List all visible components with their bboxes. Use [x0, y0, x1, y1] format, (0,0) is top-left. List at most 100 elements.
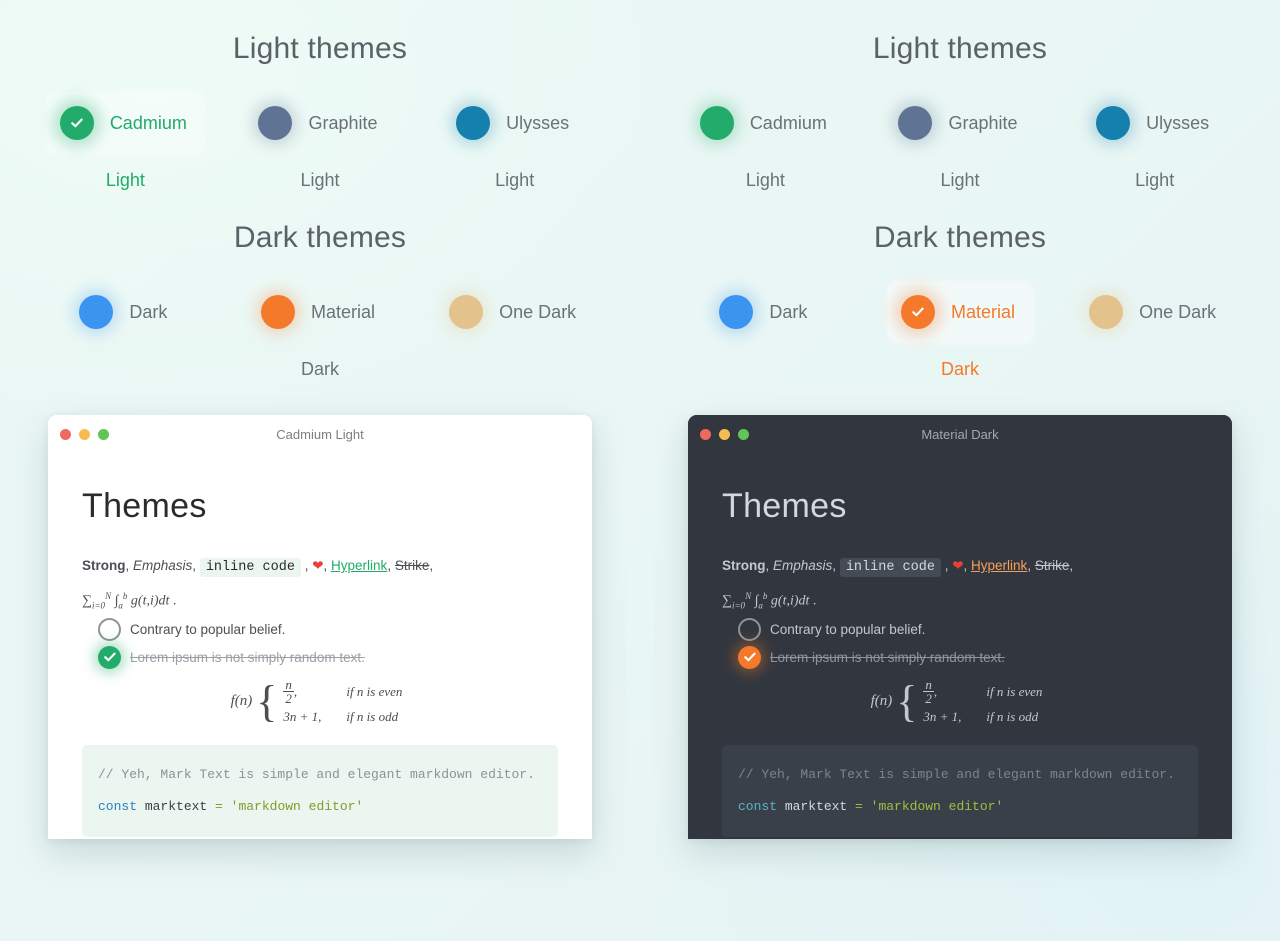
formula-cases: n 2, if n is even 3n + 1, if n is odd [283, 676, 403, 725]
window-title: Cadmium Light [276, 426, 364, 442]
theme-option-graphite[interactable]: Graphite [884, 92, 1035, 154]
code-identifier: marktext [777, 799, 856, 815]
window-controls [688, 428, 749, 440]
hyperlink[interactable]: Hyperlink [331, 558, 387, 573]
theme-cell: One Darkx [417, 281, 612, 381]
theme-color-dot-cadmium[interactable] [699, 106, 734, 140]
theme-option-label: Cadmium [109, 112, 187, 133]
code-statement-line: const marktext = 'markdown editor' [738, 791, 1182, 823]
todo-item: Contrary to popular belief. [98, 617, 558, 641]
window-titlebar: Material Dark [688, 415, 1232, 453]
checkbox-checked[interactable] [98, 645, 121, 669]
block-math-formula: f(n){n 2, if n is even 3n + 1, if n is odd [722, 676, 1198, 728]
left-panel: Light themes Cadmium Light Graphite Light Uly… [0, 0, 640, 381]
theme-cell: One Darkx [1057, 281, 1252, 381]
todo-item: Lorem ipsum is not simply random text. [98, 645, 558, 669]
code-comment-line: // Yeh, Mark Text is simple and elegant … [98, 767, 535, 783]
separator: , [300, 558, 313, 573]
checkbox-checked[interactable] [738, 645, 761, 669]
theme-cell: Darkx [28, 281, 223, 381]
dark-themes-title: Dark themes [233, 221, 407, 254]
close-button[interactable] [700, 428, 711, 440]
theme-color-dot-material[interactable] [260, 295, 295, 329]
formula-cases: n 2, if n is even 3n + 1, if n is odd [923, 676, 1043, 725]
theme-option-label: Dark [129, 301, 168, 322]
theme-color-dot-graphite[interactable] [898, 106, 933, 140]
code-statement-line: const marktext = 'markdown editor' [98, 791, 542, 823]
theme-option-material[interactable]: Material [247, 281, 393, 343]
code-identifier: marktext [137, 799, 216, 815]
separator: , [940, 558, 953, 573]
separator: , [832, 558, 840, 573]
theme-option-one-dark[interactable]: One Dark [435, 281, 594, 343]
theme-cell: Ulysses Light [417, 92, 612, 192]
inline-math-formula: ∑i=0N ∫ab g(t,i)dt . [82, 591, 177, 611]
strikethrough-text: Strike [394, 558, 430, 573]
theme-color-dot-ulysses[interactable] [1096, 106, 1131, 140]
theme-option-sublabel: Light [1135, 170, 1175, 190]
heart-icon: ❤ [312, 558, 324, 573]
todo-item: Lorem ipsum is not simply random text. [738, 645, 1198, 669]
todo-item-text: Lorem ipsum is not simply random text. [770, 649, 1005, 665]
right-panel: Light themes Cadmium Light Graphite Light Uly… [640, 0, 1280, 381]
theme-color-dot-material[interactable] [900, 295, 935, 329]
document-body[interactable]: Themes Strong, Emphasis, inline code , ❤,… [688, 487, 1232, 839]
light-themes-title: Light themes [872, 32, 1048, 65]
maximize-button[interactable] [98, 428, 109, 440]
theme-option-ulysses[interactable]: Ulysses [442, 92, 587, 154]
theme-color-dot-dark[interactable] [79, 295, 114, 329]
todo-item-text: Lorem ipsum is not simply random text. [130, 649, 365, 665]
window-controls [48, 428, 109, 440]
theme-option-sublabel: Light [105, 170, 145, 190]
formula-lhs: f(n) [230, 692, 253, 709]
formula-brace: { [896, 676, 918, 726]
hyperlink[interactable]: Hyperlink [971, 558, 1027, 573]
theme-option-sublabel: Light [495, 170, 535, 190]
close-button[interactable] [60, 428, 71, 440]
theme-color-dot-one-dark[interactable] [449, 295, 484, 329]
code-comment-line: // Yeh, Mark Text is simple and elegant … [738, 767, 1175, 783]
emphasis-text: Emphasis [133, 558, 193, 573]
dark-themes-row: Darkx Material Dark One Darkx [640, 281, 1280, 381]
theme-option-ulysses[interactable]: Ulysses [1082, 92, 1227, 154]
theme-option-one-dark[interactable]: One Dark [1075, 281, 1234, 343]
theme-cell: Graphite Light [223, 92, 418, 192]
theme-option-cadmium[interactable]: Cadmium [686, 92, 845, 154]
theme-option-dark[interactable]: Dark [705, 281, 825, 343]
theme-color-dot-one-dark[interactable] [1089, 295, 1124, 329]
separator: , [1069, 558, 1074, 573]
inline-styles-line: Strong, Emphasis, inline code , ❤, Hyper… [722, 556, 1198, 578]
theme-color-dot-cadmium[interactable] [59, 106, 94, 140]
formula-brace: { [256, 676, 278, 726]
theme-option-cadmium[interactable]: Cadmium [45, 92, 205, 154]
strikethrough-text: Strike [1034, 558, 1070, 573]
theme-option-material[interactable]: Material [886, 281, 1034, 343]
theme-option-dark[interactable]: Dark [65, 281, 185, 343]
document-body[interactable]: Themes Strong, Emphasis, inline code , ❤,… [48, 487, 592, 839]
separator: , [1027, 558, 1035, 573]
minimize-button[interactable] [79, 428, 90, 440]
todo-item-text: Contrary to popular belief. [130, 621, 286, 637]
theme-option-label: Graphite [308, 112, 378, 133]
maximize-button[interactable] [738, 428, 749, 440]
theme-option-graphite[interactable]: Graphite [244, 92, 395, 154]
theme-cell: Cadmium Light [668, 92, 863, 192]
separator: , [387, 558, 395, 573]
strong-text: Strong [82, 558, 126, 573]
checkbox-unchecked[interactable] [738, 617, 761, 641]
todo-item-text: Contrary to popular belief. [770, 621, 926, 637]
minimize-button[interactable] [719, 428, 730, 440]
theme-color-dot-ulysses[interactable] [456, 106, 491, 140]
theme-option-label: Material [950, 301, 1016, 322]
theme-cell: Ulysses Light [1057, 92, 1252, 192]
code-string: 'markdown editor' [222, 799, 364, 815]
checkbox-unchecked[interactable] [98, 617, 121, 641]
code-operator: = [855, 799, 863, 815]
window-wrapper: Cadmium Light Themes Strong, Emphasis, inl… [0, 415, 640, 839]
check-icon [911, 305, 925, 319]
theme-color-dot-graphite[interactable] [258, 106, 293, 140]
theme-color-dot-dark[interactable] [719, 295, 754, 329]
theme-option-sublabel: Light [940, 170, 980, 190]
document-heading: Themes [82, 487, 207, 525]
code-keyword: const [98, 799, 138, 815]
